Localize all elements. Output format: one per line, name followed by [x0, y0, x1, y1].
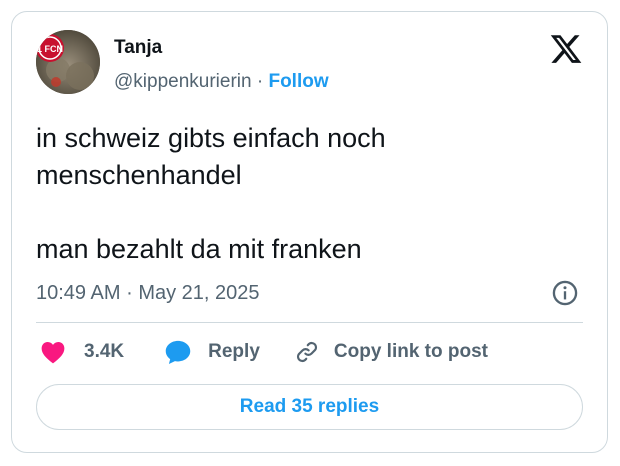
timestamp-separator: ·: [126, 282, 133, 304]
copy-link-button[interactable]: Copy link to post: [294, 339, 488, 365]
divider: [36, 322, 583, 323]
like-button[interactable]: 3.4K: [40, 340, 124, 364]
author-handle-row: @kippenkurierin · Follow: [114, 70, 329, 94]
post-text-line: in schweiz gibts einfach noch: [36, 123, 386, 153]
x-logo-icon[interactable]: [549, 32, 583, 66]
reply-button[interactable]: Reply: [164, 339, 260, 365]
reply-label: Reply: [208, 341, 260, 362]
follow-button[interactable]: Follow: [268, 71, 328, 92]
action-bar: 3.4K Reply Copy link to post: [40, 336, 488, 368]
post-text-line: man bezahlt da mit franken: [36, 234, 362, 264]
post-text: in schweiz gibts einfach noch menschenha…: [36, 120, 576, 268]
author-name[interactable]: Tanja: [114, 36, 162, 60]
post-text-line: menschenhandel: [36, 160, 242, 190]
link-icon: [296, 341, 317, 363]
post-time: 10:49 AM: [36, 282, 121, 304]
read-replies-button[interactable]: Read 35 replies: [36, 384, 583, 430]
post-text-blank-line: [36, 194, 576, 231]
avatar[interactable]: 1 FCN: [36, 30, 100, 94]
info-icon[interactable]: [551, 279, 579, 307]
handle-separator: ·: [256, 71, 264, 92]
post-date: May 21, 2025: [138, 282, 260, 304]
embedded-post-card: 1 FCN Tanja @kippenkurierin · Follow in …: [11, 11, 608, 453]
author-handle[interactable]: @kippenkurierin: [114, 71, 252, 92]
post-timestamp[interactable]: 10:49 AM · May 21, 2025: [36, 280, 260, 306]
avatar-image: 1 FCN: [36, 30, 100, 94]
heart-icon: [41, 342, 65, 364]
like-count: 3.4K: [84, 341, 125, 362]
avatar-badge-text: 1 FCN: [37, 44, 63, 54]
copy-link-label: Copy link to post: [333, 341, 488, 362]
reply-bubble-icon: [165, 340, 191, 365]
